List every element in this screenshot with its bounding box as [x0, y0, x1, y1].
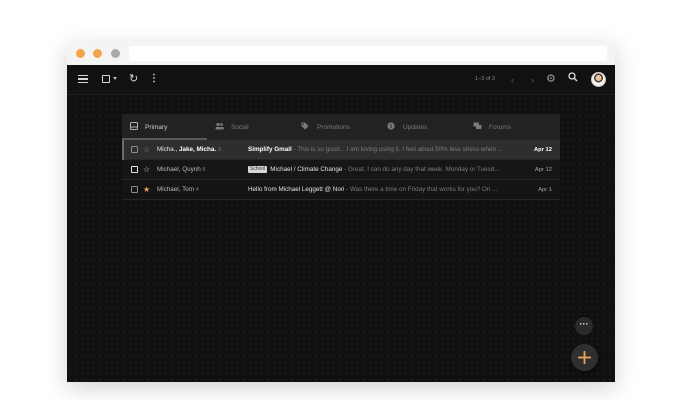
star-icon[interactable]: ★ [143, 180, 150, 200]
email-date: Apr 1 [538, 187, 552, 193]
email-sender: Michael, Quynh 8 [157, 160, 245, 180]
email-row[interactable]: ★ Michael, Tom 4 Hello from Michael Legg… [122, 180, 560, 200]
address-bar[interactable] [129, 46, 607, 61]
email-subject: Simplify Gmail [248, 146, 292, 153]
row-selection-bar [122, 140, 124, 160]
tab-label: Promotions [317, 124, 350, 131]
tab-social[interactable]: Social [207, 114, 293, 140]
row-checkbox[interactable] [131, 186, 138, 193]
tab-primary[interactable]: Primary [122, 114, 207, 140]
more-vert-icon[interactable]: ⋮ [149, 73, 159, 85]
pagination-count: 1–3 of 3 [475, 76, 495, 82]
browser-window: ↻ ⋮ 1–3 of 3 ‹ › ⚙ Primary Social Promot… [67, 42, 615, 382]
email-sender: Micha., Jake, Micha. 3 [157, 140, 245, 160]
row-checkbox[interactable] [131, 166, 138, 173]
sender-prefix: Michael, Quynh [157, 166, 201, 173]
sender-prefix: Micha., [157, 146, 180, 153]
tab-label: Social [231, 124, 249, 131]
star-icon[interactable]: ☆ [143, 160, 150, 180]
menu-icon[interactable] [78, 75, 88, 84]
tab-promotions[interactable]: Promotions [293, 114, 379, 140]
select-all-checkbox[interactable] [102, 75, 110, 83]
email-subject: Michael / Climate Change [270, 166, 343, 173]
gmail-app: ↻ ⋮ 1–3 of 3 ‹ › ⚙ Primary Social Promot… [67, 65, 615, 382]
star-icon[interactable]: ☆ [143, 140, 150, 160]
row-checkbox[interactable] [131, 146, 138, 153]
email-content: Simplify Gmail - This is so good... I am… [248, 140, 518, 160]
avatar[interactable] [591, 72, 606, 87]
email-snippet: - Great. I can do any day that week. Mon… [342, 166, 500, 173]
thread-count: 4 [195, 187, 199, 193]
refresh-icon[interactable]: ↻ [129, 73, 138, 85]
gear-icon[interactable]: ⚙ [546, 73, 556, 85]
info-icon [387, 122, 395, 130]
email-date: Apr 12 [533, 147, 552, 153]
browser-titlebar [67, 42, 615, 65]
window-minimize-dot[interactable] [93, 49, 102, 58]
chevron-down-icon[interactable] [113, 77, 117, 80]
email-date: Apr 12 [534, 167, 552, 173]
thread-count: 8 [202, 167, 206, 173]
search-icon[interactable] [568, 72, 578, 84]
top-toolbar: ↻ ⋮ 1–3 of 3 ‹ › ⚙ [67, 65, 615, 95]
email-sender: Michael, Tom 4 [157, 180, 245, 200]
sender-prefix: Michael, Tom [157, 186, 194, 193]
email-row[interactable]: ☆ Michael, Quynh 8 School Michael / Clima… [122, 160, 560, 180]
people-icon [215, 122, 224, 130]
tab-label: Forums [489, 124, 512, 131]
email-snippet: - Was there a time on Friday that works … [344, 186, 498, 193]
bottom-divider [98, 385, 584, 386]
tab-forums[interactable]: Forums [465, 114, 560, 140]
thread-count: 3 [217, 147, 221, 153]
email-content: School Michael / Climate Change - Great. … [248, 160, 518, 180]
chevron-left-icon[interactable]: ‹ [511, 74, 514, 86]
email-subject: Hello from Michael Leggett @ Nori [248, 186, 345, 193]
tag-icon [301, 122, 309, 130]
category-tabs: Primary Social Promotions Updates Forums [122, 114, 560, 140]
tab-updates[interactable]: Updates [379, 114, 465, 140]
compose-button[interactable] [571, 344, 598, 371]
label-chip[interactable]: School [248, 166, 268, 173]
email-row[interactable]: ☆ Micha., Jake, Micha. 3 Simplify Gmail … [122, 140, 560, 160]
plus-icon [578, 351, 591, 364]
inbox-icon [130, 122, 138, 130]
tab-label: Primary [145, 124, 168, 131]
email-snippet: - This is so good... I am loving using i… [291, 146, 504, 153]
window-maximize-dot[interactable] [111, 49, 120, 58]
more-horiz-icon: ··· [579, 319, 589, 329]
more-options-button[interactable]: ··· [575, 317, 593, 335]
email-content: Hello from Michael Leggett @ Nori - Was … [248, 180, 518, 200]
window-close-dot[interactable] [76, 49, 85, 58]
sender-bold: Jake, Micha. [179, 146, 217, 153]
forum-icon [473, 122, 482, 130]
inbox-panel: Primary Social Promotions Updates Forums… [122, 114, 560, 200]
tab-label: Updates [403, 124, 428, 131]
chevron-right-icon[interactable]: › [531, 74, 534, 86]
